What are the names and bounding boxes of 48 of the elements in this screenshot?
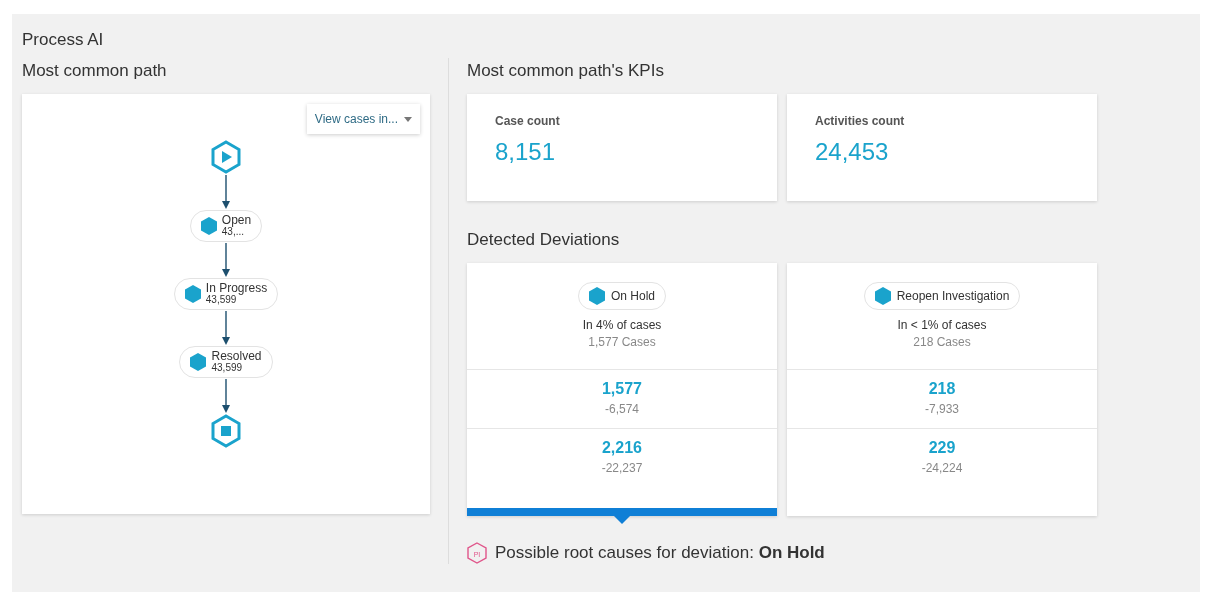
activity-count: 43,...	[221, 226, 245, 238]
deviation-name: On Hold	[611, 289, 655, 303]
deviation-card[interactable]: Reopen Investigation In < 1% of cases 218 Cases 218 -7,933 229 -24,224	[787, 263, 1097, 516]
arrow	[222, 175, 230, 209]
activity-name: Resolved	[211, 350, 262, 362]
deviation-share: In 4% of cases	[582, 318, 662, 332]
deviation-cases: 1,577 Cases	[588, 335, 656, 349]
selection-pointer	[614, 516, 630, 524]
kpi-label: Activities count	[815, 114, 906, 128]
deviation-cases: 218 Cases	[913, 335, 971, 349]
deviation-value: 2,216	[601, 439, 642, 457]
deviation-delta: -6,574	[605, 402, 639, 416]
deviation-value: 229	[928, 439, 956, 457]
activity-node[interactable]: Open 43,...	[189, 210, 263, 242]
deviation-card[interactable]: On Hold In 4% of cases 1,577 Cases 1,577 -6,574 2,216 -22,237	[467, 263, 777, 516]
kpi-value: 8,151	[495, 138, 557, 166]
arrow	[222, 243, 230, 277]
activity-node[interactable]: Resolved 43,599	[179, 346, 273, 378]
hexagon-icon	[190, 353, 207, 371]
start-icon	[210, 140, 242, 174]
view-cases-dropdown[interactable]: View cases in...	[306, 104, 420, 134]
arrow	[222, 379, 230, 413]
root-causes-heading: Possible root causes for deviation: On Hold	[495, 543, 825, 563]
section-heading: Most common path's KPIs	[467, 60, 665, 82]
kpi-value: 24,453	[815, 138, 890, 166]
hexagon-icon	[200, 217, 217, 235]
deviation-value: 218	[928, 380, 956, 398]
activity-count: 43,599	[205, 294, 237, 306]
deviation-delta: -7,933	[925, 402, 959, 416]
activity-name: Open	[221, 214, 252, 226]
deviation-delta: -24,224	[921, 461, 963, 475]
stop-icon	[210, 414, 242, 448]
kpi-label: Case count	[495, 114, 561, 128]
deviation-value: 1,577	[601, 380, 642, 398]
caret-icon	[404, 116, 412, 122]
page-title: Process AI	[22, 29, 105, 51]
hexagon-icon	[874, 287, 891, 305]
section-heading: Most common path	[22, 60, 168, 82]
deviation-share: In < 1% of cases	[897, 318, 987, 332]
activity-count: 43,599	[211, 362, 244, 374]
activity-node[interactable]: In Progress 43,599	[173, 278, 279, 310]
deviation-name: Reopen Investigation	[896, 289, 1010, 303]
section-heading: Detected Deviations	[467, 229, 621, 251]
deviation-delta: -22,237	[601, 461, 643, 475]
hexagon-icon	[184, 285, 201, 303]
hexagon-icon	[589, 287, 605, 305]
activity-name: In Progress	[205, 282, 268, 294]
arrow	[222, 311, 230, 345]
